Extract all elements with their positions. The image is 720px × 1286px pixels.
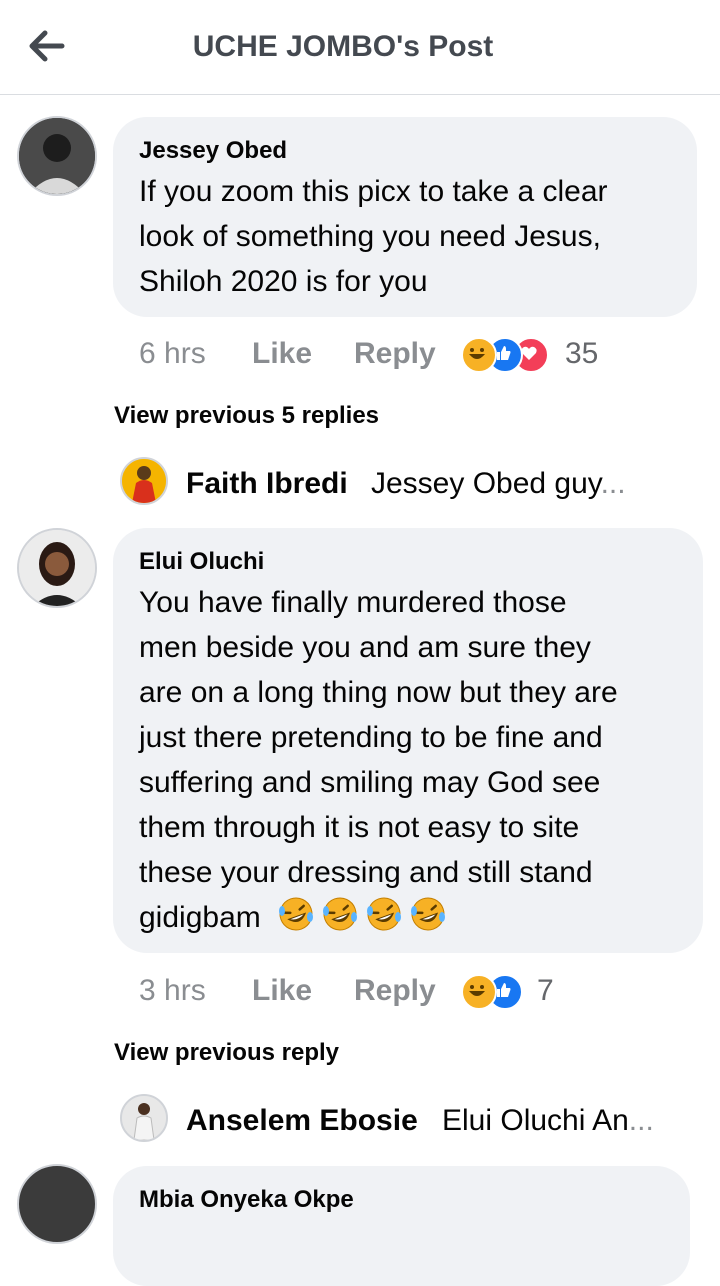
- comment-bubble[interactable]: Jessey Obed If you zoom this picx to tak…: [113, 117, 697, 317]
- avatar[interactable]: [17, 1164, 97, 1244]
- comment-line: You have finally murdered those: [139, 586, 567, 619]
- rofl-emoji-icon: [279, 897, 314, 931]
- rofl-emoji-icon: [411, 897, 446, 931]
- reaction-count: 35: [565, 337, 599, 370]
- reactions-summary[interactable]: 7: [461, 974, 571, 1010]
- view-previous-replies-link[interactable]: View previous 5 replies: [114, 402, 379, 430]
- haha-reaction-icon: [461, 337, 497, 373]
- avatar-image: [122, 459, 166, 503]
- comment-line: these your dressing and still stand: [139, 856, 593, 889]
- latest-reply[interactable]: Faith Ibredi Jessey Obed guy...: [120, 455, 700, 515]
- avatar-image: [19, 118, 95, 194]
- like-button[interactable]: Like: [252, 337, 312, 371]
- comment-author[interactable]: Jessey Obed: [139, 137, 287, 165]
- page-title: UCHE JOMBO's Post: [192, 30, 494, 63]
- view-previous-replies-link[interactable]: View previous reply: [114, 1039, 339, 1067]
- avatar[interactable]: [17, 116, 97, 196]
- comment-timestamp: 3 hrs: [139, 974, 206, 1007]
- avatar-image: [122, 1096, 166, 1140]
- latest-reply[interactable]: Anselem Ebosie Elui Oluchi An...: [120, 1092, 700, 1152]
- comment-line: men beside you and am sure they: [139, 631, 591, 664]
- reply-preview: Jessey Obed guy...: [371, 467, 626, 500]
- avatar[interactable]: [120, 1094, 168, 1142]
- comment-bubble[interactable]: Elui Oluchi You have finally murdered th…: [113, 528, 703, 953]
- avatar[interactable]: [120, 457, 168, 505]
- like-button[interactable]: Like: [252, 974, 312, 1008]
- comment-line: are on a long thing now but they are: [139, 676, 618, 709]
- comment-line: look of something you need Jesus,: [139, 220, 601, 253]
- comment-line: suffering and smiling may God see: [139, 766, 601, 799]
- top-bar: UCHE JOMBO's Post: [0, 0, 720, 95]
- reply-preview: Elui Oluchi An...: [442, 1104, 654, 1137]
- comment-line: If you zoom this picx to take a clear: [139, 175, 608, 208]
- avatar[interactable]: [17, 528, 97, 608]
- comment-author[interactable]: Mbia Onyeka Okpe: [139, 1186, 354, 1214]
- reply-button[interactable]: Reply: [354, 337, 436, 371]
- emoji-row: [277, 895, 453, 946]
- comment-line: gidigbam: [139, 895, 618, 946]
- reactions-summary[interactable]: 35: [461, 337, 601, 373]
- rofl-emoji-icon: [367, 897, 402, 931]
- comment-line: them through it is not easy to site: [139, 811, 580, 844]
- comment-line-text: gidigbam: [139, 901, 261, 934]
- comment-line: Shiloh 2020 is for you: [139, 265, 428, 298]
- comment-bubble[interactable]: Mbia Onyeka Okpe: [113, 1166, 690, 1286]
- haha-reaction-icon: [461, 974, 497, 1010]
- avatar-image: [19, 530, 95, 606]
- comment-line: just there pretending to be fine and: [139, 721, 603, 754]
- comment-author[interactable]: Elui Oluchi: [139, 548, 264, 576]
- comment-timestamp: 6 hrs: [139, 337, 206, 370]
- comment-text: You have finally murdered those men besi…: [139, 580, 618, 946]
- reply-author[interactable]: Anselem Ebosie: [186, 1104, 418, 1138]
- reply-button[interactable]: Reply: [354, 974, 436, 1008]
- reaction-count: 7: [537, 974, 554, 1007]
- rofl-emoji-icon: [323, 897, 358, 931]
- comment-text: If you zoom this picx to take a clear lo…: [139, 169, 608, 304]
- reply-author[interactable]: Faith Ibredi: [186, 467, 348, 501]
